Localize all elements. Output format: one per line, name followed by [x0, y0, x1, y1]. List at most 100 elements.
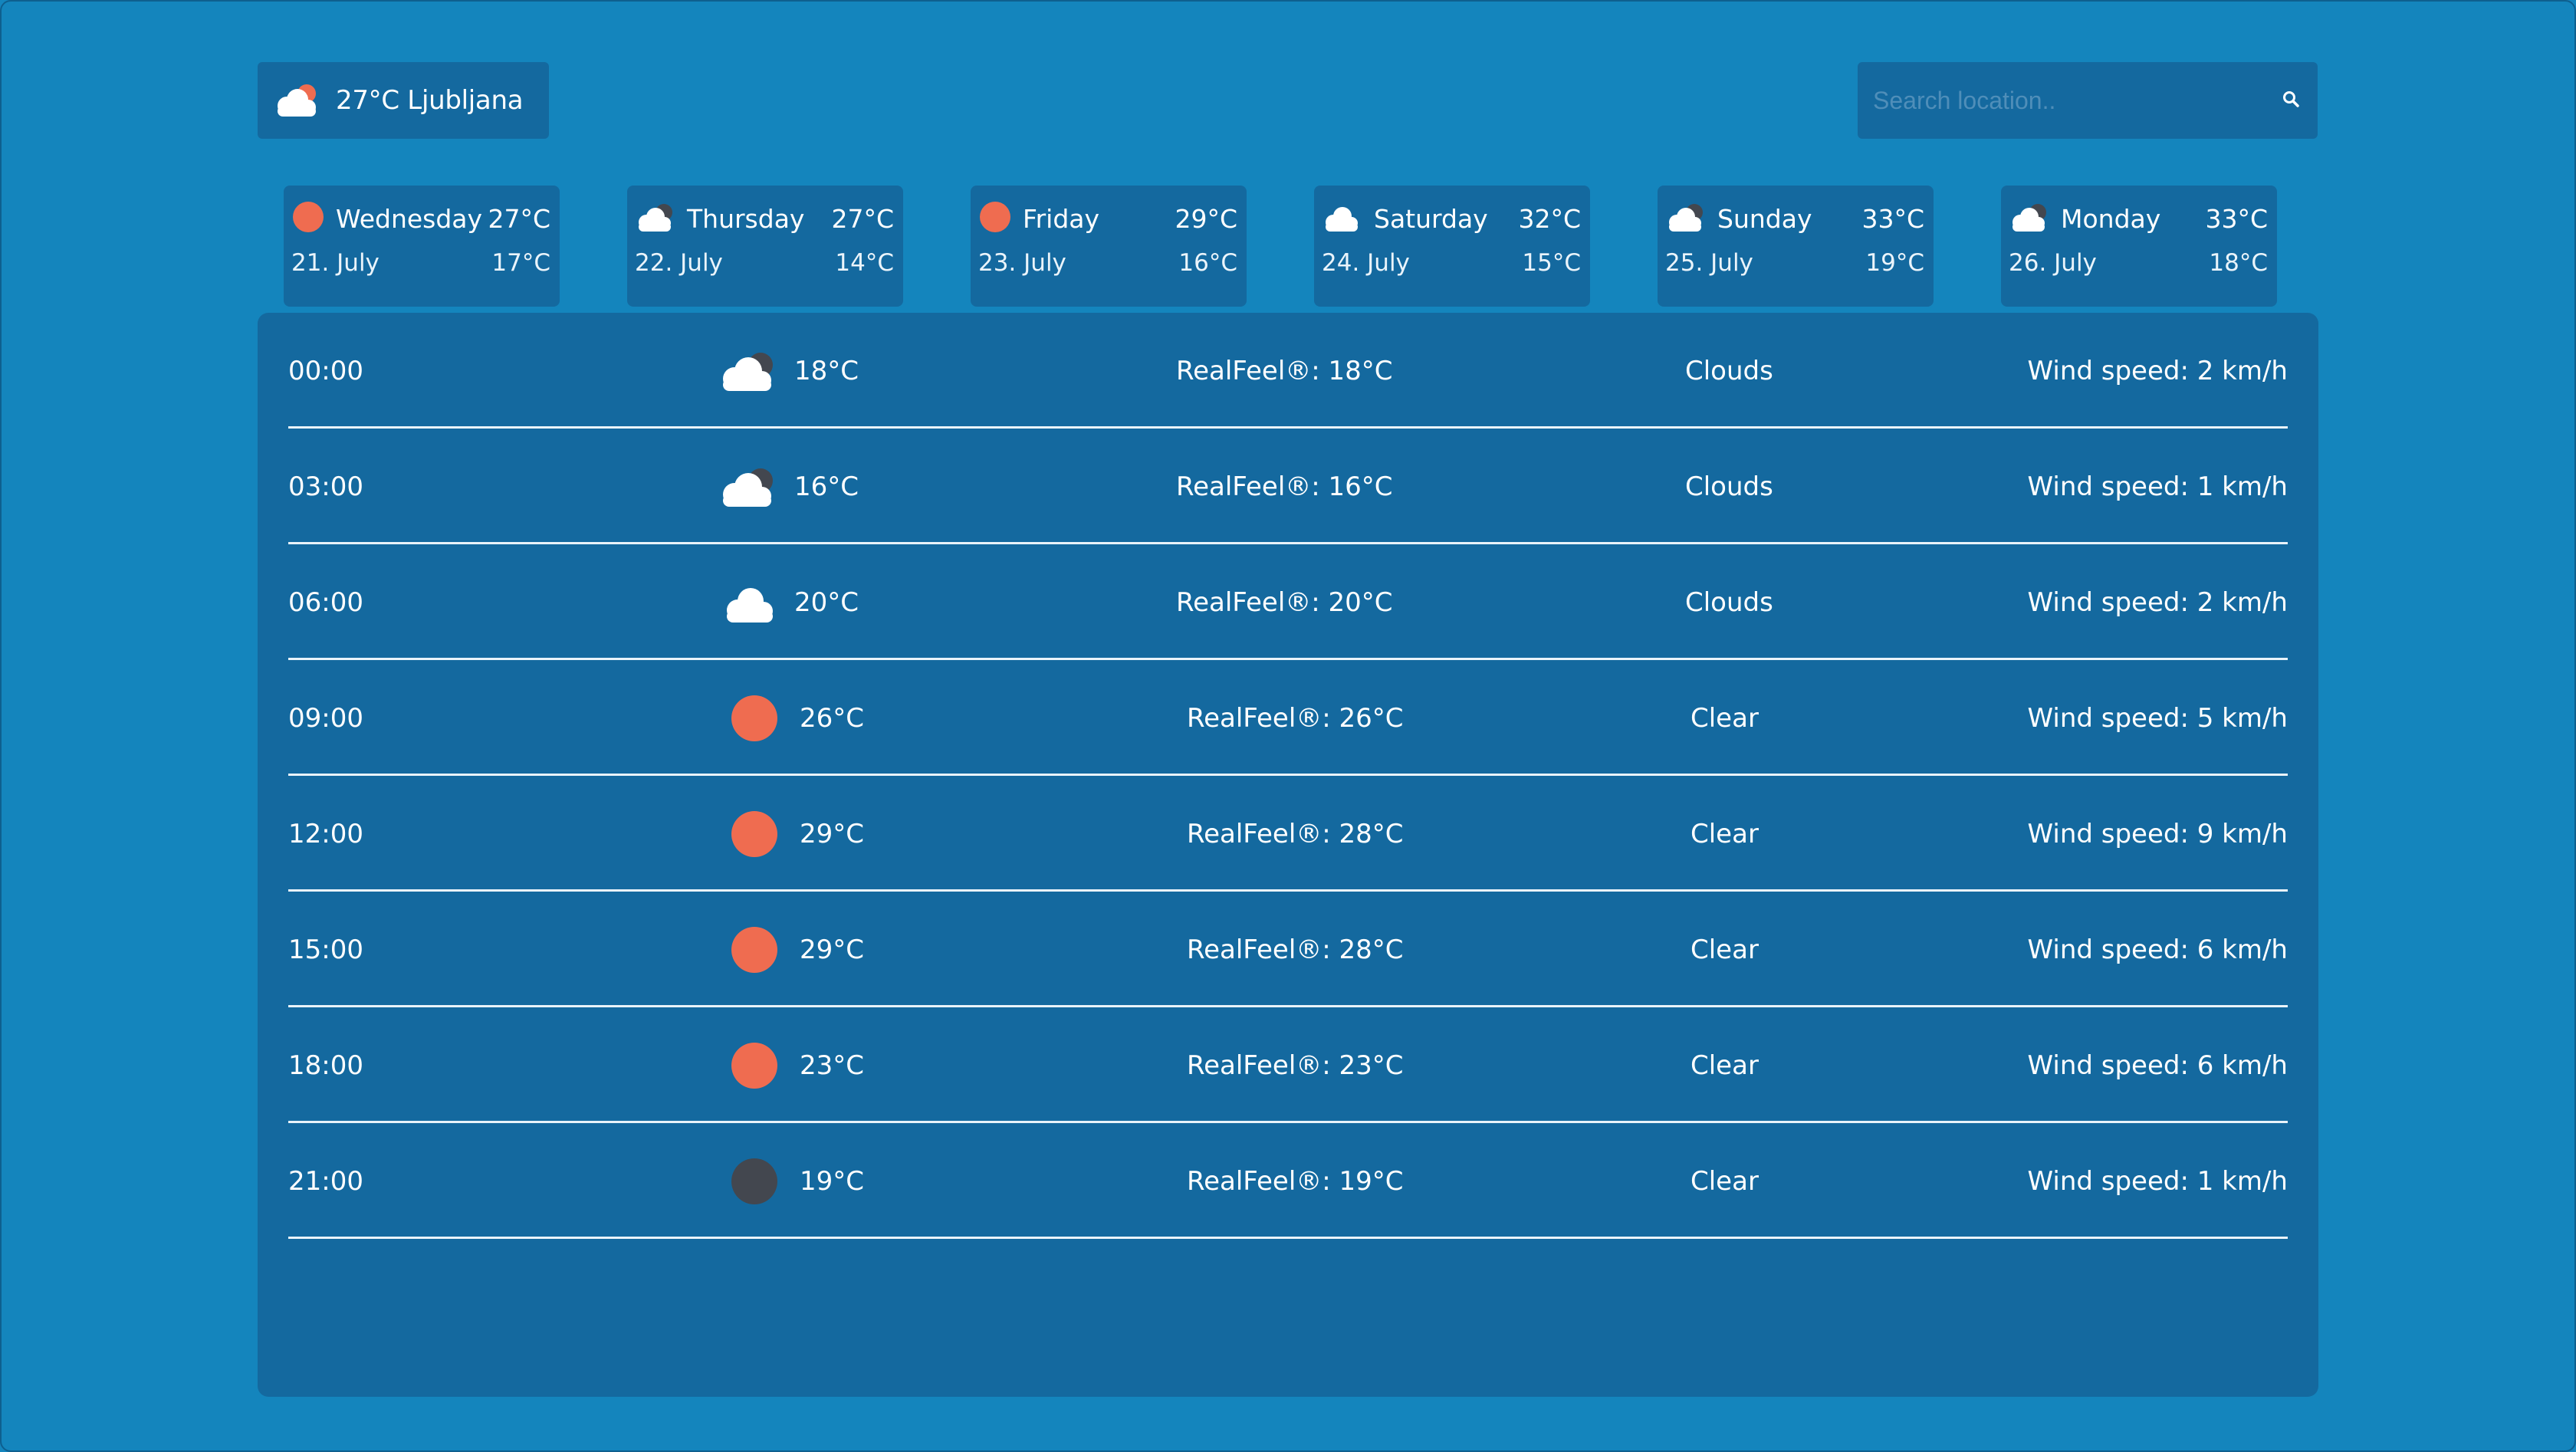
hour-temp: 26°C	[800, 702, 865, 734]
day-low: 19°C	[1865, 249, 1924, 277]
day-high: 33°C	[1861, 203, 1924, 234]
day-low: 18°C	[2209, 249, 2268, 277]
day-card-wednesday[interactable]: Wednesday 27°C 21. July 17°C	[284, 186, 560, 307]
cloud-icon	[1322, 202, 1363, 235]
search-input[interactable]	[1858, 62, 2264, 139]
hour-temp: 20°C	[794, 586, 859, 618]
hour-time: 00:00	[288, 355, 363, 386]
hour-temp: 29°C	[800, 934, 865, 965]
day-date: 25. July	[1665, 249, 1753, 277]
day-low: 16°C	[1178, 249, 1237, 277]
hour-wind: Wind speed: 6 km/h	[2027, 934, 2288, 965]
cloud-moon-icon	[718, 313, 779, 429]
current-weather-badge[interactable]: 27°C Ljubljana	[258, 62, 549, 139]
day-name: Thursday	[687, 203, 805, 234]
hour-temp: 23°C	[800, 1050, 865, 1081]
hourly-row: 12:00 29°C RealFeel®: 28°C Clear Wind sp…	[288, 776, 2288, 892]
cloud-moon-icon	[718, 429, 779, 544]
day-card-saturday[interactable]: Saturday 32°C 24. July 15°C	[1314, 186, 1590, 307]
moon-icon	[731, 1123, 777, 1239]
hour-description: Clear	[1691, 702, 1759, 734]
sun-icon	[731, 892, 777, 1007]
hour-description: Clear	[1691, 818, 1759, 849]
cloud-sun-icon	[273, 80, 322, 121]
hour-realfeel: RealFeel®: 28°C	[1187, 818, 1404, 849]
hour-realfeel: RealFeel®: 23°C	[1187, 1050, 1404, 1081]
hour-realfeel: RealFeel®: 19°C	[1187, 1165, 1404, 1197]
hour-wind: Wind speed: 1 km/h	[2027, 1165, 2288, 1197]
daily-forecast: Wednesday 27°C 21. July 17°C Thursday 27…	[284, 186, 2277, 308]
hour-time: 12:00	[288, 818, 363, 849]
day-date: 21. July	[291, 249, 380, 277]
day-high: 27°C	[831, 203, 894, 234]
hour-time: 15:00	[288, 934, 363, 965]
hour-description: Clouds	[1685, 355, 1773, 386]
hourly-row: 21:00 19°C RealFeel®: 19°C Clear Wind sp…	[288, 1123, 2288, 1239]
hour-time: 03:00	[288, 471, 363, 502]
hour-time: 06:00	[288, 586, 363, 618]
hourly-row: 06:00 20°C RealFeel®: 20°C Clouds Wind s…	[288, 544, 2288, 660]
hour-temp: 29°C	[800, 818, 865, 849]
hour-time: 21:00	[288, 1165, 363, 1197]
hour-description: Clear	[1691, 1050, 1759, 1081]
hour-wind: Wind speed: 5 km/h	[2027, 702, 2288, 734]
cloud-moon-icon	[2009, 202, 2050, 235]
day-low: 14°C	[835, 249, 894, 277]
hour-wind: Wind speed: 6 km/h	[2027, 1050, 2288, 1081]
cloud-moon-icon	[1665, 202, 1707, 235]
hour-realfeel: RealFeel®: 18°C	[1176, 355, 1393, 386]
day-card-monday[interactable]: Monday 33°C 26. July 18°C	[2001, 186, 2277, 307]
hour-realfeel: RealFeel®: 26°C	[1187, 702, 1404, 734]
day-low: 15°C	[1522, 249, 1581, 277]
hourly-row: 03:00 16°C RealFeel®: 16°C Clouds Wind s…	[288, 429, 2288, 544]
hour-description: Clouds	[1685, 471, 1773, 502]
day-card-friday[interactable]: Friday 29°C 23. July 16°C	[971, 186, 1247, 307]
sun-icon	[978, 200, 1012, 237]
hourly-row: 00:00 18°C RealFeel®: 18°C Clouds Wind s…	[288, 313, 2288, 429]
hour-realfeel: RealFeel®: 16°C	[1176, 471, 1393, 502]
hour-time: 09:00	[288, 702, 363, 734]
day-low: 17°C	[491, 249, 550, 277]
day-high: 32°C	[1518, 203, 1581, 234]
day-name: Saturday	[1374, 203, 1488, 234]
day-high: 27°C	[488, 203, 550, 234]
hour-realfeel: RealFeel®: 28°C	[1187, 934, 1404, 965]
sun-icon	[291, 200, 325, 237]
hourly-forecast-panel: 00:00 18°C RealFeel®: 18°C Clouds Wind s…	[258, 313, 2318, 1397]
hourly-row: 18:00 23°C RealFeel®: 23°C Clear Wind sp…	[288, 1007, 2288, 1123]
current-weather-label: 27°C Ljubljana	[336, 85, 524, 116]
hour-realfeel: RealFeel®: 20°C	[1176, 586, 1393, 618]
hour-description: Clear	[1691, 1165, 1759, 1197]
sun-icon	[731, 776, 777, 892]
day-date: 24. July	[1322, 249, 1410, 277]
hour-temp: 18°C	[794, 355, 859, 386]
hour-temp: 19°C	[800, 1165, 865, 1197]
hour-wind: Wind speed: 2 km/h	[2027, 586, 2288, 618]
hour-wind: Wind speed: 2 km/h	[2027, 355, 2288, 386]
day-card-thursday[interactable]: Thursday 27°C 22. July 14°C	[627, 186, 903, 307]
day-high: 29°C	[1175, 203, 1237, 234]
day-high: 33°C	[2205, 203, 2268, 234]
day-name: Wednesday	[336, 203, 483, 234]
hour-wind: Wind speed: 1 km/h	[2027, 471, 2288, 502]
hour-time: 18:00	[288, 1050, 363, 1081]
hourly-row: 09:00 26°C RealFeel®: 26°C Clear Wind sp…	[288, 660, 2288, 776]
day-name: Sunday	[1717, 203, 1812, 234]
sun-icon	[731, 660, 777, 776]
hourly-row: 15:00 29°C RealFeel®: 28°C Clear Wind sp…	[288, 892, 2288, 1007]
hour-wind: Wind speed: 9 km/h	[2027, 818, 2288, 849]
cloud-moon-icon	[635, 202, 676, 235]
day-name: Monday	[2061, 203, 2161, 234]
day-date: 23. July	[978, 249, 1066, 277]
hour-temp: 16°C	[794, 471, 859, 502]
search-box	[1858, 62, 2318, 139]
day-card-sunday[interactable]: Sunday 33°C 25. July 19°C	[1658, 186, 1934, 307]
day-name: Friday	[1023, 203, 1100, 234]
day-date: 22. July	[635, 249, 723, 277]
hour-description: Clear	[1691, 934, 1759, 965]
search-button[interactable]	[2264, 62, 2318, 139]
sun-icon	[731, 1007, 777, 1123]
search-icon	[2282, 90, 2300, 111]
day-date: 26. July	[2009, 249, 2097, 277]
hour-description: Clouds	[1685, 586, 1773, 618]
